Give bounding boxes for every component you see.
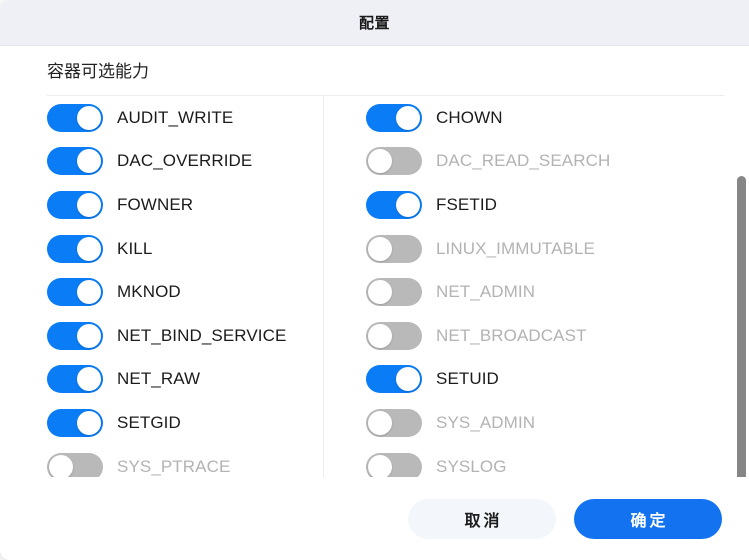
toggle-knob-icon <box>77 106 101 130</box>
capability-row[interactable]: NET_BROADCAST <box>366 314 643 358</box>
capabilities-column-right: CHOWN DAC_READ_SEARCH FSETID LINUX_IMMUTABL… <box>323 96 643 477</box>
dialog-footer: 取消 确定 <box>0 477 749 560</box>
toggle-knob-icon <box>77 324 101 348</box>
capability-label: SYS_ADMIN <box>436 413 535 433</box>
dialog-title: 配置 <box>359 12 390 33</box>
capability-row[interactable]: SYS_PTRACE <box>47 445 320 477</box>
capability-label: SETUID <box>436 369 499 389</box>
capability-label: KILL <box>117 239 152 259</box>
capability-toggle[interactable] <box>366 147 422 175</box>
capabilities-grid: AUDIT_WRITE DAC_OVERRIDE FOWNER KILL MKNOD NE… <box>0 96 749 477</box>
capability-label: SETGID <box>117 413 181 433</box>
capability-toggle[interactable] <box>366 191 422 219</box>
toggle-knob-icon <box>77 280 101 304</box>
toggle-knob-icon <box>77 193 101 217</box>
capability-row[interactable]: DAC_READ_SEARCH <box>366 140 643 184</box>
capability-toggle[interactable] <box>47 409 103 437</box>
capability-label: NET_RAW <box>117 369 200 389</box>
toggle-knob-icon <box>368 455 392 477</box>
capability-toggle[interactable] <box>366 322 422 350</box>
capability-row[interactable]: DAC_OVERRIDE <box>47 140 320 184</box>
capability-row[interactable]: CHOWN <box>366 96 643 140</box>
capability-toggle[interactable] <box>47 453 103 477</box>
capability-label: FSETID <box>436 195 497 215</box>
capability-label: NET_BIND_SERVICE <box>117 326 286 346</box>
capability-row[interactable]: SYS_ADMIN <box>366 401 643 445</box>
capability-toggle[interactable] <box>47 147 103 175</box>
capability-row[interactable]: SETGID <box>47 401 320 445</box>
capability-label: FOWNER <box>117 195 193 215</box>
capability-toggle[interactable] <box>47 191 103 219</box>
toggle-knob-icon <box>396 106 420 130</box>
capability-row[interactable]: NET_RAW <box>47 358 320 402</box>
toggle-knob-icon <box>368 280 392 304</box>
toggle-knob-icon <box>77 149 101 173</box>
toggle-knob-icon <box>49 455 73 477</box>
section-label: 容器可选能力 <box>0 46 749 92</box>
dialog-body: 容器可选能力 AUDIT_WRITE DAC_OVERRIDE FOWNER KILL… <box>0 46 749 477</box>
capability-label: NET_ADMIN <box>436 282 535 302</box>
capability-toggle[interactable] <box>366 453 422 477</box>
capability-row[interactable]: NET_BIND_SERVICE <box>47 314 320 358</box>
capability-toggle[interactable] <box>366 365 422 393</box>
capability-label: DAC_READ_SEARCH <box>436 151 610 171</box>
toggle-knob-icon <box>77 237 101 261</box>
toggle-knob-icon <box>368 411 392 435</box>
capability-label: NET_BROADCAST <box>436 326 587 346</box>
capability-label: CHOWN <box>436 108 503 128</box>
capability-label: AUDIT_WRITE <box>117 108 233 128</box>
confirm-button[interactable]: 确定 <box>574 499 722 539</box>
capability-row[interactable]: KILL <box>47 227 320 271</box>
capability-label: SYSLOG <box>436 457 507 477</box>
capabilities-scroll-area[interactable]: AUDIT_WRITE DAC_OVERRIDE FOWNER KILL MKNOD NE… <box>0 95 749 477</box>
toggle-knob-icon <box>77 411 101 435</box>
capability-label: LINUX_IMMUTABLE <box>436 239 595 259</box>
capability-row[interactable]: FOWNER <box>47 183 320 227</box>
capability-toggle[interactable] <box>366 278 422 306</box>
capability-row[interactable]: NET_ADMIN <box>366 270 643 314</box>
toggle-knob-icon <box>368 324 392 348</box>
capability-row[interactable]: SYSLOG <box>366 445 643 477</box>
capability-row[interactable]: FSETID <box>366 183 643 227</box>
capability-toggle[interactable] <box>47 104 103 132</box>
capability-row[interactable]: SETUID <box>366 358 643 402</box>
toggle-knob-icon <box>368 237 392 261</box>
capability-row[interactable]: AUDIT_WRITE <box>47 96 320 140</box>
capability-toggle[interactable] <box>366 104 422 132</box>
capability-toggle[interactable] <box>47 235 103 263</box>
scrollbar-thumb[interactable] <box>737 176 746 477</box>
capability-label: DAC_OVERRIDE <box>117 151 252 171</box>
capability-toggle[interactable] <box>47 365 103 393</box>
capability-toggle[interactable] <box>47 278 103 306</box>
vertical-scrollbar[interactable] <box>733 95 749 477</box>
capability-row[interactable]: LINUX_IMMUTABLE <box>366 227 643 271</box>
capability-label: MKNOD <box>117 282 181 302</box>
capabilities-column-left: AUDIT_WRITE DAC_OVERRIDE FOWNER KILL MKNOD NE… <box>0 96 320 477</box>
toggle-knob-icon <box>77 367 101 391</box>
capability-toggle[interactable] <box>366 409 422 437</box>
capability-toggle[interactable] <box>47 322 103 350</box>
toggle-knob-icon <box>396 367 420 391</box>
capability-label: SYS_PTRACE <box>117 457 230 477</box>
capability-toggle[interactable] <box>366 235 422 263</box>
dialog-header: 配置 <box>0 0 749 46</box>
toggle-knob-icon <box>368 149 392 173</box>
config-dialog: 配置 容器可选能力 AUDIT_WRITE DAC_OVERRIDE FOWNER K… <box>0 0 749 560</box>
capability-row[interactable]: MKNOD <box>47 270 320 314</box>
toggle-knob-icon <box>396 193 420 217</box>
cancel-button[interactable]: 取消 <box>408 499 556 539</box>
